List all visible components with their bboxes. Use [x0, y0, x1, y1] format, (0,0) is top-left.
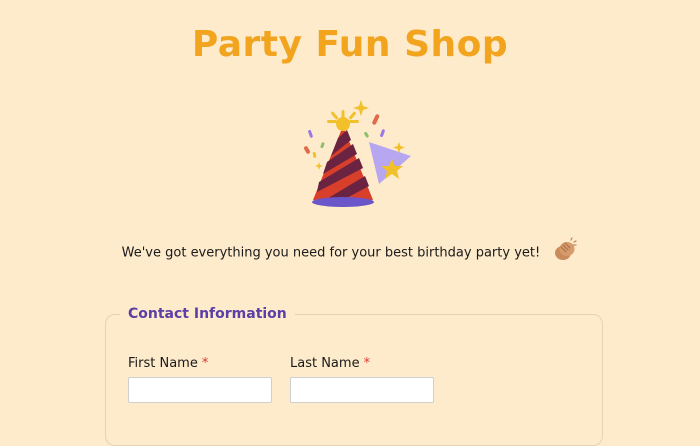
- last-name-input[interactable]: [290, 377, 434, 403]
- intro-text-row: We've got everything you need for your b…: [0, 237, 700, 266]
- clapping-hands-icon: [555, 237, 577, 260]
- party-hat-icon: [304, 100, 411, 207]
- required-marker: *: [363, 356, 371, 371]
- first-name-field: First Name *: [128, 356, 272, 403]
- intro-text: We've got everything you need for your b…: [121, 245, 541, 261]
- section-title: Contact Information: [128, 306, 287, 322]
- first-name-input[interactable]: [128, 377, 272, 403]
- first-name-label: First Name *: [128, 356, 209, 371]
- last-name-field: Last Name *: [290, 356, 434, 403]
- last-name-label: Last Name *: [290, 356, 371, 371]
- page-title: Party Fun Shop: [191, 24, 509, 65]
- required-marker: *: [201, 356, 209, 371]
